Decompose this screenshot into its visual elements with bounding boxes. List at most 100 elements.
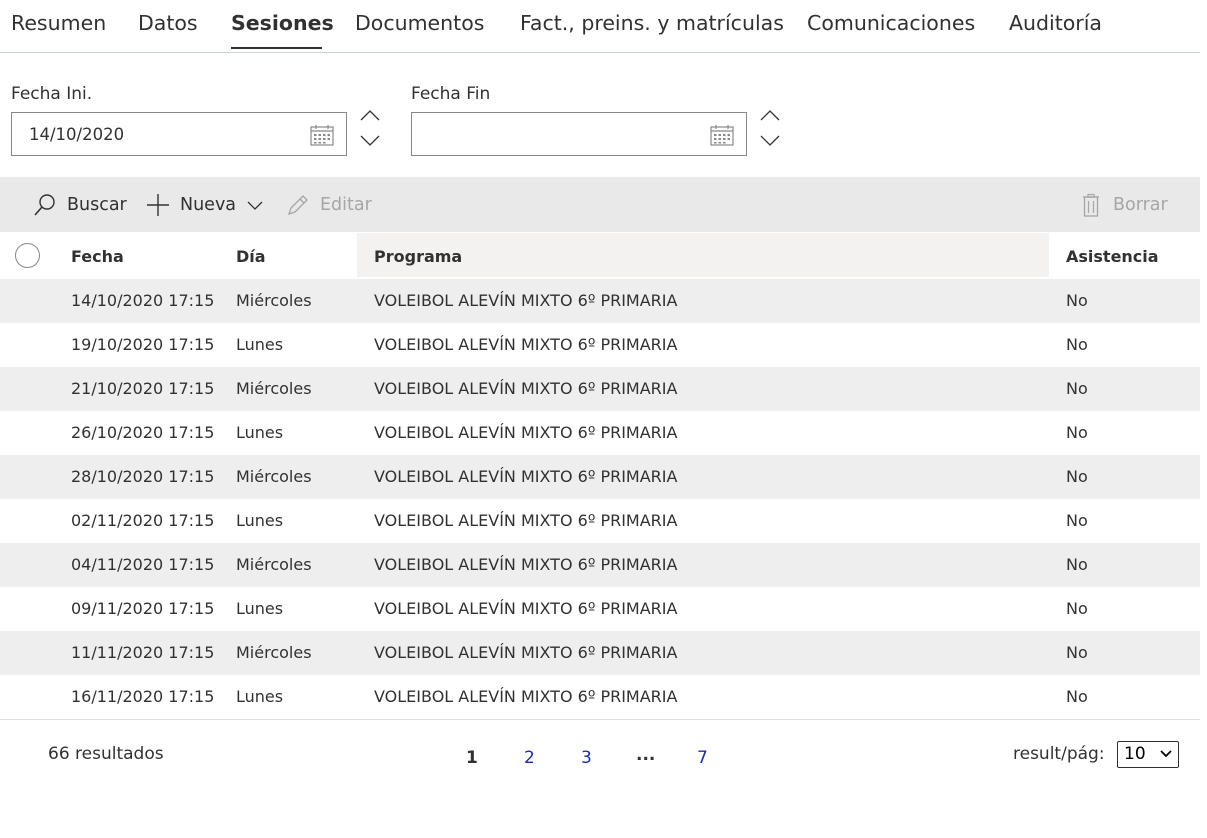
cell-asistencia: No <box>1066 335 1088 354</box>
cell-dia: Lunes <box>236 335 284 354</box>
edit-button-label: Editar <box>320 195 372 215</box>
end-date-label: Fecha Fin <box>411 84 491 104</box>
cell-fecha: 04/11/2020 17:15 <box>71 555 215 574</box>
cell-fecha: 11/11/2020 17:15 <box>71 643 215 662</box>
start-date-increment-icon[interactable] <box>359 108 381 122</box>
page-2[interactable]: 2 <box>524 748 535 768</box>
cell-programa: VOLEIBOL ALEVÍN MIXTO 6º PRIMARIA <box>374 467 678 486</box>
search-icon <box>34 194 55 216</box>
page-1[interactable]: 1 <box>466 748 478 768</box>
pencil-icon <box>287 195 308 216</box>
table-header: Fecha Día Programa Asistencia <box>0 233 1200 279</box>
cell-asistencia: No <box>1066 555 1088 574</box>
start-date-label: Fecha Ini. <box>11 84 93 104</box>
calendar-icon[interactable] <box>310 124 334 146</box>
cell-programa: VOLEIBOL ALEVÍN MIXTO 6º PRIMARIA <box>374 335 678 354</box>
cell-fecha: 28/10/2020 17:15 <box>71 467 215 486</box>
cell-asistencia: No <box>1066 423 1088 442</box>
tab-auditoria[interactable]: Auditoría <box>1009 11 1102 35</box>
cell-asistencia: No <box>1066 687 1088 706</box>
delete-button-label: Borrar <box>1113 195 1168 215</box>
cell-dia: Miércoles <box>236 467 312 486</box>
page-7[interactable]: 7 <box>697 748 708 768</box>
cell-asistencia: No <box>1066 643 1088 662</box>
cell-fecha: 02/11/2020 17:15 <box>71 511 215 530</box>
table-row[interactable]: 04/11/2020 17:15 Miércoles VOLEIBOL ALEV… <box>0 543 1200 587</box>
cell-dia: Miércoles <box>236 555 312 574</box>
pagination-bar: 66 resultados 1 2 3 ... 7 result/pág: 10 <box>0 740 1200 780</box>
cell-asistencia: No <box>1066 379 1088 398</box>
table-row[interactable]: 26/10/2020 17:15 Lunes VOLEIBOL ALEVÍN M… <box>0 411 1200 455</box>
chevron-down-icon <box>1160 750 1172 758</box>
cell-dia: Lunes <box>236 687 284 706</box>
cell-dia: Lunes <box>236 423 284 442</box>
cell-fecha: 14/10/2020 17:15 <box>71 291 215 310</box>
tab-facturacion[interactable]: Fact., preins. y matrículas <box>520 11 784 35</box>
new-button-label: Nueva <box>180 195 237 215</box>
table-row[interactable]: 11/11/2020 17:15 Miércoles VOLEIBOL ALEV… <box>0 631 1200 675</box>
plus-icon <box>147 194 169 216</box>
cell-programa: VOLEIBOL ALEVÍN MIXTO 6º PRIMARIA <box>374 423 678 442</box>
tab-datos[interactable]: Datos <box>138 11 198 35</box>
start-date-input[interactable]: 14/10/2020 <box>11 112 347 156</box>
search-button[interactable]: Buscar <box>33 191 127 219</box>
tab-sesiones[interactable]: Sesiones <box>231 11 334 35</box>
page-3[interactable]: 3 <box>581 748 592 768</box>
start-date-decrement-icon[interactable] <box>359 134 381 148</box>
chevron-down-icon <box>247 201 263 210</box>
column-header-dia[interactable]: Día <box>236 247 266 266</box>
calendar-icon[interactable] <box>710 124 734 146</box>
tab-bar: Resumen Datos Sesiones Documentos Fact.,… <box>0 0 1200 53</box>
table-row[interactable]: 02/11/2020 17:15 Lunes VOLEIBOL ALEVÍN M… <box>0 499 1200 543</box>
cell-asistencia: No <box>1066 599 1088 618</box>
tab-documentos[interactable]: Documentos <box>355 11 484 35</box>
cell-fecha: 19/10/2020 17:15 <box>71 335 215 354</box>
tab-comunicaciones[interactable]: Comunicaciones <box>807 11 975 35</box>
cell-asistencia: No <box>1066 291 1088 310</box>
end-date-decrement-icon[interactable] <box>759 134 781 148</box>
cell-programa: VOLEIBOL ALEVÍN MIXTO 6º PRIMARIA <box>374 687 678 706</box>
cell-programa: VOLEIBOL ALEVÍN MIXTO 6º PRIMARIA <box>374 379 678 398</box>
edit-button[interactable]: Editar <box>286 191 372 219</box>
table-row[interactable]: 19/10/2020 17:15 Lunes VOLEIBOL ALEVÍN M… <box>0 323 1200 367</box>
cell-dia: Lunes <box>236 599 284 618</box>
table-row[interactable]: 28/10/2020 17:15 Miércoles VOLEIBOL ALEV… <box>0 455 1200 499</box>
tab-resumen[interactable]: Resumen <box>11 11 106 35</box>
new-button[interactable]: Nueva <box>146 191 264 219</box>
column-header-asistencia[interactable]: Asistencia <box>1066 247 1159 266</box>
end-date-input[interactable] <box>411 112 747 156</box>
cell-fecha: 26/10/2020 17:15 <box>71 423 215 442</box>
active-tab-indicator <box>231 47 322 49</box>
end-date-increment-icon[interactable] <box>759 108 781 122</box>
per-page-select[interactable]: 10 <box>1117 741 1179 768</box>
table-row[interactable]: 09/11/2020 17:15 Lunes VOLEIBOL ALEVÍN M… <box>0 587 1200 631</box>
start-date-value: 14/10/2020 <box>29 125 125 144</box>
cell-fecha: 09/11/2020 17:15 <box>71 599 215 618</box>
table-body: 14/10/2020 17:15 Miércoles VOLEIBOL ALEV… <box>0 279 1200 719</box>
per-page-label: result/pág: <box>1013 744 1105 764</box>
cell-programa: VOLEIBOL ALEVÍN MIXTO 6º PRIMARIA <box>374 643 678 662</box>
table-row[interactable]: 21/10/2020 17:15 Miércoles VOLEIBOL ALEV… <box>0 367 1200 411</box>
command-bar: Buscar Nueva Editar Borrar <box>0 177 1200 232</box>
cell-fecha: 16/11/2020 17:15 <box>71 687 215 706</box>
column-header-programa[interactable]: Programa <box>374 247 462 266</box>
cell-dia: Miércoles <box>236 379 312 398</box>
cell-dia: Lunes <box>236 511 284 530</box>
trash-icon <box>1083 193 1099 217</box>
cell-asistencia: No <box>1066 467 1088 486</box>
table-row[interactable]: 16/11/2020 17:15 Lunes VOLEIBOL ALEVÍN M… <box>0 675 1200 719</box>
cell-programa: VOLEIBOL ALEVÍN MIXTO 6º PRIMARIA <box>374 511 678 530</box>
search-button-label: Buscar <box>67 195 127 215</box>
cell-programa: VOLEIBOL ALEVÍN MIXTO 6º PRIMARIA <box>374 291 678 310</box>
results-count: 66 resultados <box>48 744 164 764</box>
delete-button[interactable]: Borrar <box>1079 191 1168 219</box>
cell-asistencia: No <box>1066 511 1088 530</box>
cell-fecha: 21/10/2020 17:15 <box>71 379 215 398</box>
column-header-fecha[interactable]: Fecha <box>71 247 124 266</box>
table-row[interactable]: 14/10/2020 17:15 Miércoles VOLEIBOL ALEV… <box>0 279 1200 323</box>
cell-dia: Miércoles <box>236 291 312 310</box>
select-all-checkbox[interactable] <box>15 243 40 268</box>
page-ellipsis: ... <box>636 745 656 765</box>
cell-programa: VOLEIBOL ALEVÍN MIXTO 6º PRIMARIA <box>374 599 678 618</box>
cell-programa: VOLEIBOL ALEVÍN MIXTO 6º PRIMARIA <box>374 555 678 574</box>
